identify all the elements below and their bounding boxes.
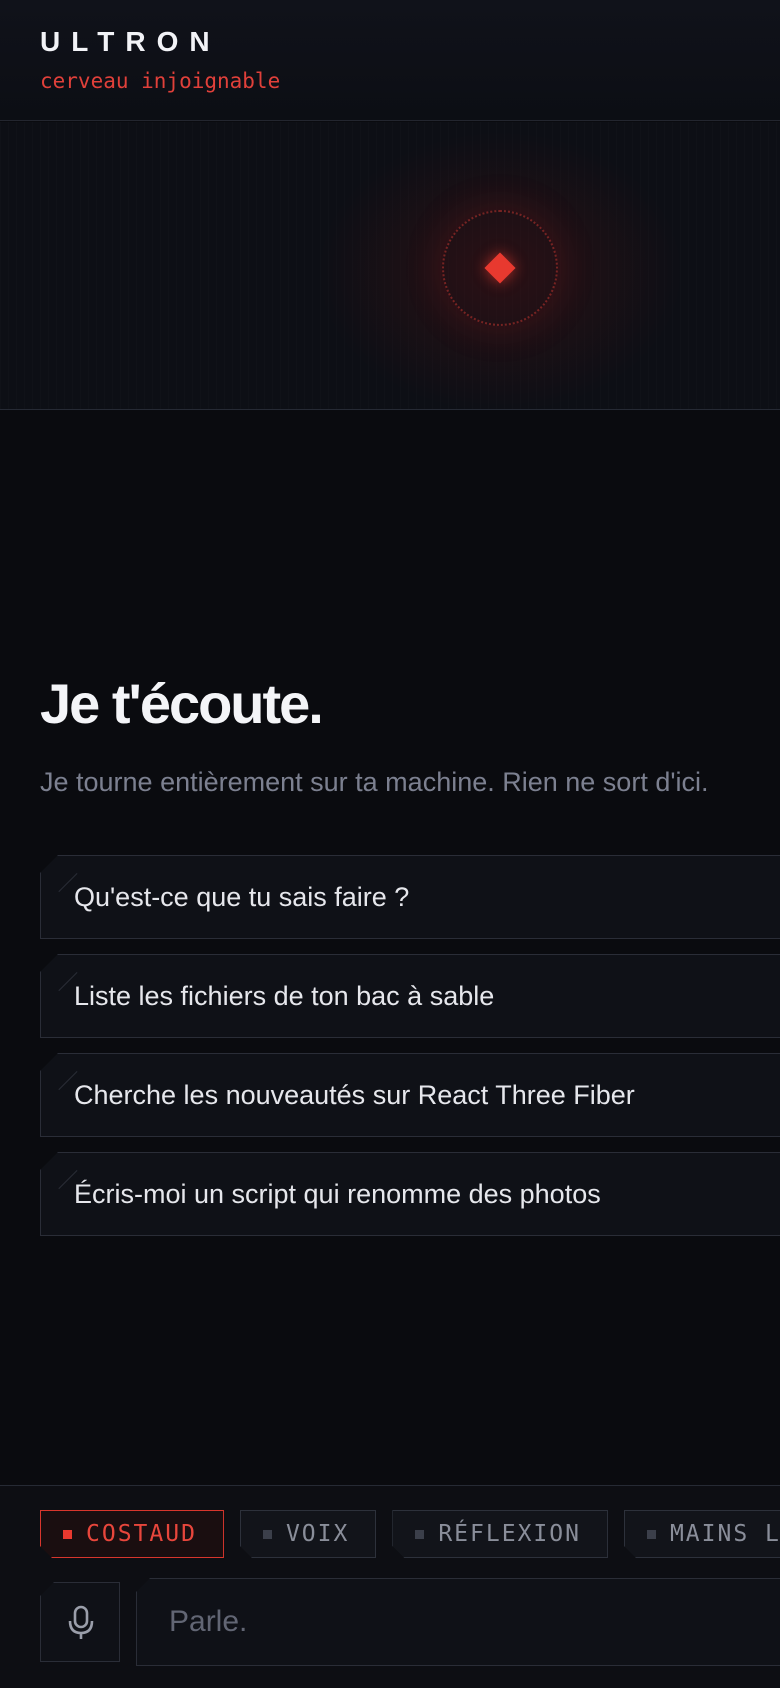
hero-title: Je t'écoute. — [40, 672, 324, 735]
status-dot-icon — [647, 1530, 656, 1539]
microphone-button[interactable] — [40, 1582, 120, 1662]
status-dot-icon — [63, 1530, 72, 1539]
status-dot-icon — [263, 1530, 272, 1539]
mode-label: COSTAUD — [86, 1521, 197, 1547]
conversation-area: Je t'écoute. Je tourne entièrement sur t… — [0, 411, 780, 1485]
brand-title: ULTRON — [40, 26, 221, 57]
microphone-icon — [68, 1605, 94, 1639]
mode-label: MAINS LIBRES — [669, 1521, 780, 1547]
status-dot-icon — [415, 1530, 424, 1539]
suggestion-chip[interactable]: Liste les fichiers de ton bac à sable — [40, 954, 780, 1038]
mode-label: RÉFLEXION — [438, 1521, 581, 1547]
message-input[interactable] — [136, 1578, 780, 1666]
mode-toggle-reflexion[interactable]: RÉFLEXION — [392, 1510, 608, 1558]
suggestion-chip[interactable]: Cherche les nouveautés sur React Three F… — [40, 1053, 780, 1137]
mode-toggle-costaud[interactable]: COSTAUD — [40, 1510, 224, 1558]
mode-label: VOIX — [285, 1521, 350, 1547]
app-header: ULTRON cerveau injoignable — [0, 0, 780, 121]
composer-bar: COSTAUD VOIX RÉFLEXION MAINS LIBRES — [0, 1485, 780, 1688]
connection-status: cerveau injoignable — [40, 69, 281, 93]
mode-toggles: COSTAUD VOIX RÉFLEXION MAINS LIBRES — [40, 1510, 780, 1558]
app-screen: ULTRON cerveau injoignable Je t'écoute. … — [0, 0, 780, 1688]
hero-subtitle: Je tourne entièrement sur ta machine. Ri… — [40, 767, 709, 797]
suggestion-chip[interactable]: Écris-moi un script qui renomme des phot… — [40, 1152, 780, 1236]
voice-visualizer — [0, 122, 780, 410]
suggestion-chip[interactable]: Qu'est-ce que tu sais faire ? — [40, 855, 780, 939]
suggestion-list: Qu'est-ce que tu sais faire ? Liste les … — [40, 855, 780, 1251]
mode-toggle-voix[interactable]: VOIX — [240, 1510, 376, 1558]
mode-toggle-mains-libres[interactable]: MAINS LIBRES — [624, 1510, 780, 1558]
